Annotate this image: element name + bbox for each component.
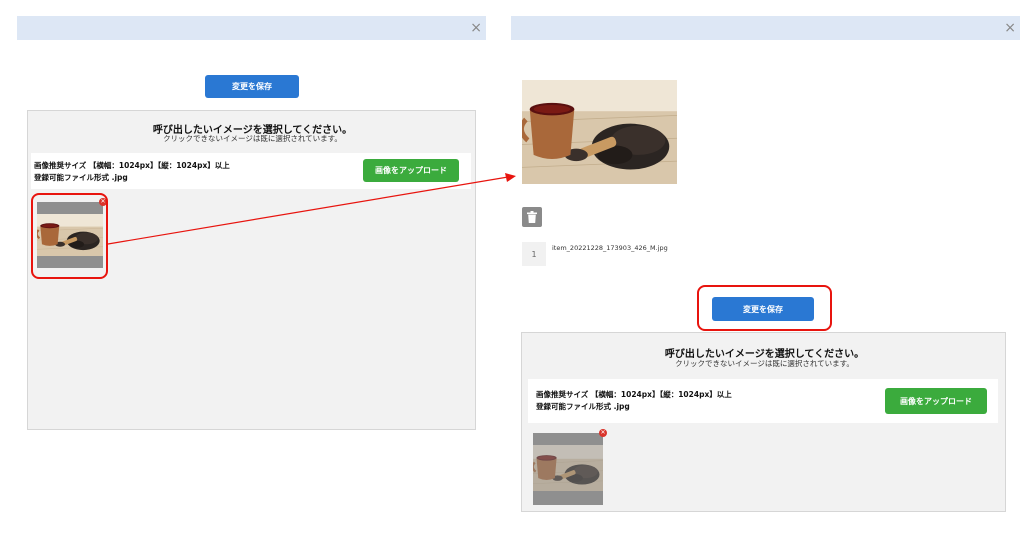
right-file-index: 1 — [522, 242, 546, 266]
right-titlebar — [511, 16, 1020, 40]
right-file-name: item_20221228_173903_426_M.jpg — [552, 244, 668, 252]
right-picker-subheading: クリックできないイメージは既に選択されています。 — [675, 359, 854, 368]
trash-icon — [527, 211, 537, 223]
right-size-requirement: 画像推奨サイズ 【横幅：1024px】【縦：1024px】以上 — [536, 390, 732, 399]
right-close-icon[interactable]: × — [996, 16, 1016, 40]
right-delete-button[interactable] — [522, 207, 542, 227]
right-highlight-box — [697, 285, 832, 331]
right-format-requirement: 登録可能ファイル形式 .jpg — [536, 402, 630, 411]
right-image-thumbnail — [533, 433, 603, 505]
right-upload-info-box: 画像推奨サイズ 【横幅：1024px】【縦：1024px】以上 登録可能ファイル… — [528, 379, 998, 423]
right-selected-preview-image — [522, 80, 677, 184]
right-remove-badge-icon[interactable]: ✕ — [599, 429, 607, 437]
right-tea-image — [533, 445, 603, 491]
right-image-picker-panel: 呼び出したいイメージを選択してください。 クリックできないイメージは既に選択され… — [521, 332, 1006, 512]
right-upload-button[interactable]: 画像をアップロード — [885, 388, 987, 414]
